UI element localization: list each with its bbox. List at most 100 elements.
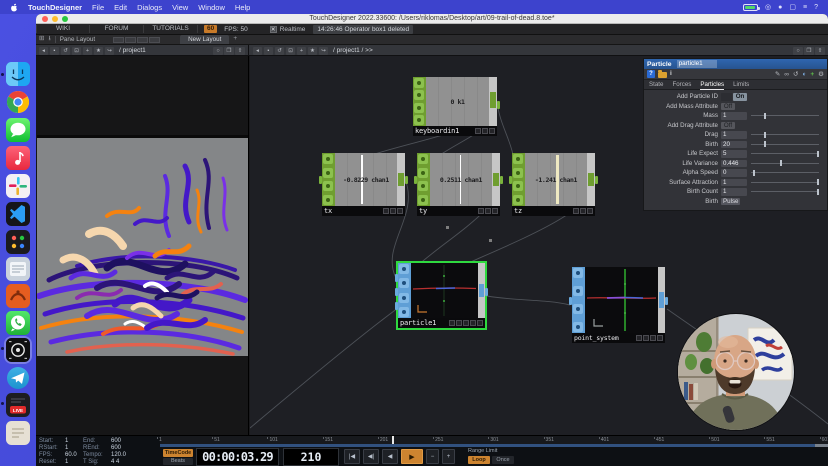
param-slider[interactable] [751, 182, 819, 183]
tutorials-link[interactable]: TUTORIALS [144, 25, 198, 33]
reset-icon[interactable]: ↺ [793, 70, 798, 78]
render-viewport[interactable] [37, 135, 248, 353]
timeline-ruler[interactable]: 151101151201251301351401451501551601 [160, 436, 828, 444]
node-flags[interactable] [417, 153, 430, 206]
close-button[interactable] [42, 16, 48, 22]
play-button[interactable]: ▶ [401, 449, 423, 464]
wiki-link[interactable]: WIKI [36, 25, 90, 33]
param-slider[interactable] [751, 163, 819, 164]
jump-to-start-button[interactable]: |◀ [344, 449, 360, 464]
pulse-button[interactable]: Pulse [721, 198, 740, 206]
param-toggle[interactable]: Off [721, 103, 735, 111]
stop-icon[interactable]: ▪ [50, 47, 59, 55]
node-flags[interactable] [413, 77, 426, 126]
realtime-checkbox[interactable]: ✕ [270, 26, 277, 33]
output-connector[interactable] [595, 176, 598, 184]
app-menu[interactable]: TouchDesigner [28, 3, 82, 12]
param-slider[interactable] [751, 134, 819, 135]
timecode-display[interactable]: 00:00:03.29 [196, 448, 279, 466]
node-flag-buttons[interactable] [475, 128, 495, 134]
folder-icon[interactable] [658, 72, 667, 78]
menu-file[interactable]: File [92, 3, 104, 12]
music-icon[interactable] [6, 146, 30, 170]
telegram-icon[interactable] [6, 366, 30, 390]
input-connector[interactable] [509, 176, 512, 184]
timeline-range-bar[interactable] [160, 444, 828, 447]
step-frame-forward-button[interactable]: + [442, 449, 455, 464]
menu-view[interactable]: View [172, 3, 188, 12]
breadcrumb[interactable]: / project1 / >> [333, 47, 373, 54]
control-center-icon[interactable]: ≡ [803, 4, 807, 11]
link-icon[interactable]: ∞ [784, 71, 789, 78]
node-flag-buttons[interactable] [449, 320, 483, 326]
input-connector[interactable] [395, 302, 398, 310]
node-flag-buttons[interactable] [478, 208, 498, 214]
vscode-icon[interactable] [6, 202, 30, 226]
pane-layout-label[interactable]: Pane Layout [60, 36, 95, 43]
home-icon[interactable]: ⊡ [72, 47, 81, 55]
loop-button[interactable]: Loop [468, 456, 490, 464]
help-icon[interactable]: ? [647, 70, 655, 78]
output-connector[interactable] [405, 176, 408, 184]
pane-split-button[interactable]: ❐ [224, 47, 234, 55]
grid-icon[interactable]: ⊞ [39, 36, 44, 43]
edit-icon[interactable]: ✎ [775, 70, 780, 78]
param-slider[interactable] [751, 191, 819, 192]
output-connector[interactable] [485, 288, 488, 296]
param-slider[interactable] [751, 153, 819, 154]
info-value[interactable]: 4 4 [111, 459, 133, 466]
param-slider[interactable] [751, 172, 819, 173]
operator-name-field[interactable]: particle1 [677, 60, 717, 68]
input-connector[interactable] [395, 288, 398, 296]
stop-icon[interactable]: ▪ [264, 47, 273, 55]
param-value-field[interactable]: 20 [721, 141, 747, 149]
param-value-field[interactable]: 0 [721, 169, 747, 177]
info-value[interactable]: 1 [65, 445, 83, 452]
zoom-button[interactable] [62, 16, 68, 22]
menu-dialogs[interactable]: Dialogs [137, 3, 162, 12]
tab-particles[interactable]: Particles [700, 80, 724, 90]
bookmark-icon[interactable]: ★ [94, 47, 103, 55]
node-flags[interactable] [572, 267, 585, 333]
info-value[interactable]: 600 [111, 438, 133, 445]
node-flag-buttons[interactable] [573, 208, 593, 214]
once-button[interactable]: Once [492, 456, 514, 464]
param-slider[interactable] [751, 144, 819, 145]
pane-circle-button[interactable]: ○ [213, 47, 223, 55]
geometry-viewer-pane[interactable] [36, 56, 249, 435]
param-value-field[interactable]: 1 [721, 131, 747, 139]
gear-icon[interactable]: ⚙ [818, 70, 824, 78]
node-tz[interactable]: -1.241 chan1 tz [512, 153, 595, 216]
info-value[interactable]: 1 [65, 459, 83, 466]
jump-icon[interactable]: ↪ [105, 47, 114, 55]
new-layout-tab[interactable]: New Layout [180, 35, 229, 44]
minimize-button[interactable] [52, 16, 58, 22]
whatsapp-icon[interactable] [6, 311, 30, 335]
tab-limits[interactable]: Limits [733, 80, 749, 89]
node-point-system[interactable]: point_system [572, 267, 665, 343]
node-tx[interactable]: -0.8229 chan1 tx [322, 153, 405, 216]
realtime-toggle[interactable]: ✕ Realtime [270, 26, 306, 33]
frame-display[interactable]: 210 [283, 448, 339, 466]
info-value[interactable]: 60.0 [65, 452, 83, 459]
info-value[interactable]: 1 [65, 438, 83, 445]
node-flag-buttons[interactable] [383, 208, 403, 214]
download-icon[interactable]: ⭳ [48, 36, 50, 43]
menu-help[interactable]: Help [235, 3, 250, 12]
pane-expand-button[interactable]: ⇧ [815, 47, 825, 55]
light-app-icon[interactable] [6, 421, 30, 445]
param-toggle[interactable]: Off [721, 122, 735, 130]
pane-expand-button[interactable]: ⇧ [235, 47, 245, 55]
playhead[interactable] [392, 436, 394, 444]
parameter-panel-header[interactable]: Particle particle1 [644, 59, 827, 69]
beats-toggle[interactable]: Beats [163, 458, 193, 465]
node-flag-buttons[interactable] [636, 335, 663, 341]
refresh-icon[interactable]: ↺ [275, 47, 284, 55]
clock-icon[interactable]: ● [778, 4, 782, 11]
timecode-toggle[interactable]: TimeCode [163, 449, 193, 457]
messages-icon[interactable] [6, 118, 30, 142]
add-icon[interactable]: + [83, 47, 92, 55]
input-connector[interactable] [395, 274, 398, 282]
jump-icon[interactable]: ↪ [319, 47, 328, 55]
param-value-field[interactable]: 5 [721, 150, 747, 158]
